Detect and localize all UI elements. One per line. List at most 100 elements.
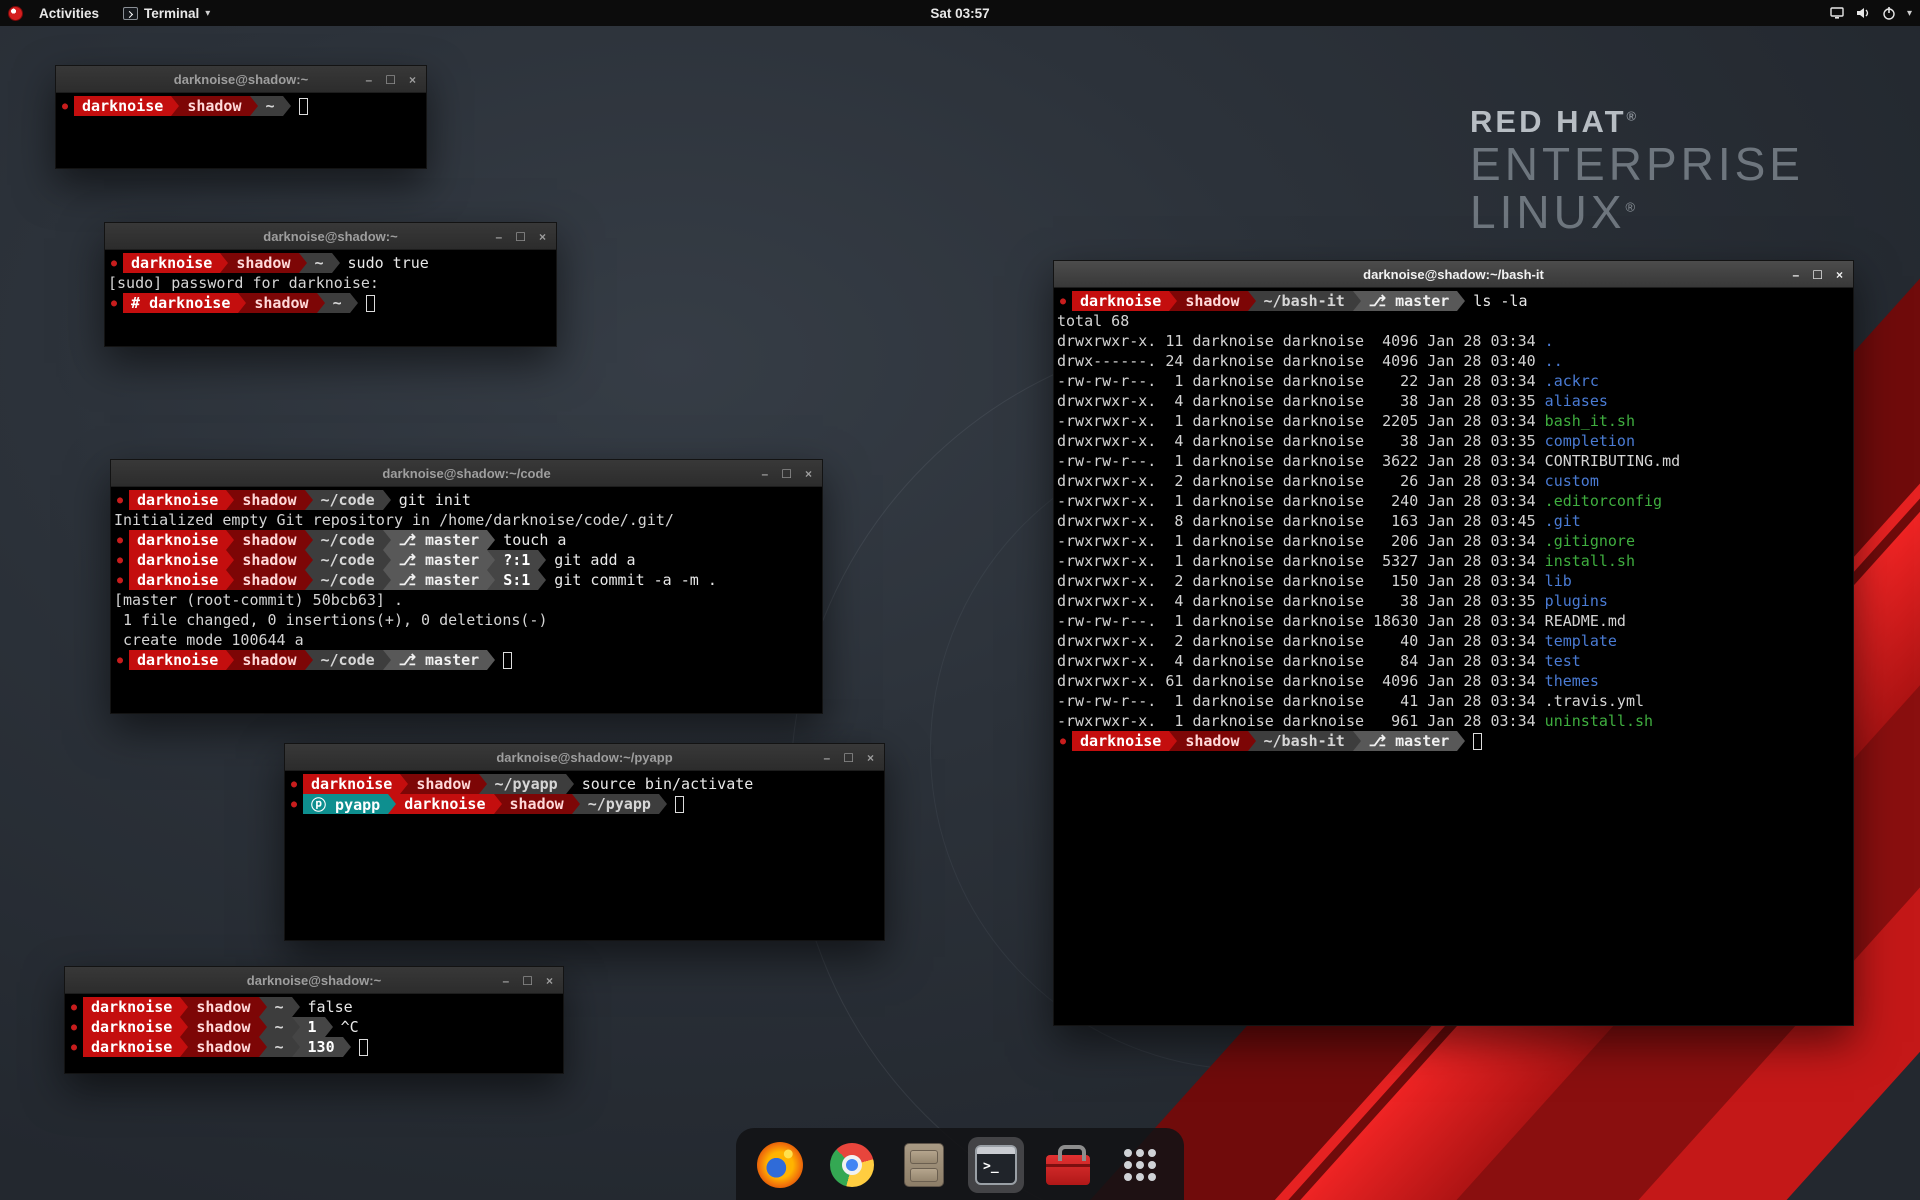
minimize-button[interactable]: –	[496, 231, 503, 243]
titlebar[interactable]: darknoise@shadow:~/bash-it – ☐ ×	[1054, 261, 1853, 288]
prompt-segment-git: ⎇ master	[391, 550, 488, 570]
prompt-segment-host: shadow	[502, 794, 572, 814]
command-text: git commit -a -m .	[546, 571, 717, 589]
app-grid-icon	[1121, 1146, 1159, 1184]
minimize-button[interactable]: –	[762, 468, 769, 480]
dock-item-terminal[interactable]: >_	[968, 1137, 1024, 1193]
titlebar[interactable]: darknoise@shadow:~/pyapp – ☐ ×	[285, 744, 884, 771]
prompt-icon: ●	[59, 101, 74, 112]
maximize-button[interactable]: ☐	[522, 975, 533, 987]
output-text: drwxrwxr-x. 8 darknoise darknoise 163 Ja…	[1057, 512, 1545, 530]
prompt-segment-user: darknoise	[396, 794, 493, 814]
minimize-button[interactable]: –	[824, 752, 831, 764]
titlebar[interactable]: darknoise@shadow:~ – ☐ ×	[56, 66, 426, 93]
terminal-content[interactable]: ●darknoiseshadow~/pyappsource bin/activa…	[285, 771, 884, 940]
powerline-arrow	[180, 997, 188, 1017]
powerline-arrow	[383, 650, 391, 670]
app-menu-button[interactable]: Terminal ▾	[115, 0, 218, 26]
close-button[interactable]: ×	[1836, 269, 1843, 281]
dock-item-firefox[interactable]	[752, 1137, 808, 1193]
prompt-segment-path: ~/pyapp	[580, 794, 659, 814]
prompt-segment-host: shadow	[1177, 731, 1247, 751]
prompt-segment-user: darknoise	[123, 253, 220, 273]
prompt-segment-host: shadow	[234, 650, 304, 670]
close-button[interactable]: ×	[539, 231, 546, 243]
minimize-button[interactable]: –	[366, 74, 373, 86]
command-text: touch a	[495, 531, 566, 549]
maximize-button[interactable]: ☐	[843, 752, 854, 764]
powerline-arrow	[383, 490, 391, 510]
maximize-button[interactable]: ☐	[385, 74, 396, 86]
prompt-icon: ●	[288, 779, 303, 790]
minimize-button[interactable]: –	[503, 975, 510, 987]
command-text: git init	[391, 491, 471, 509]
output-text: aliases	[1545, 392, 1608, 410]
prompt-segment-user: darknoise	[83, 1017, 180, 1037]
maximize-button[interactable]: ☐	[781, 468, 792, 480]
powerline-arrow	[400, 774, 408, 794]
maximize-button[interactable]: ☐	[515, 231, 526, 243]
prompt-segment-status: 1	[300, 1017, 325, 1037]
output-text: create mode 100644 a	[114, 631, 304, 649]
prompt-segment-user: darknoise	[1072, 731, 1169, 751]
clock[interactable]: Sat 03:57	[930, 0, 989, 26]
activities-button[interactable]: Activities	[31, 0, 107, 26]
top-bar: Activities Terminal ▾ Sat 03:57 ▾	[0, 0, 1920, 26]
close-button[interactable]: ×	[867, 752, 874, 764]
terminal-content[interactable]: ●darknoiseshadow~/codegit initInitialize…	[111, 487, 822, 713]
powerline-arrow	[180, 1017, 188, 1037]
prompt-segment-user: darknoise	[83, 1037, 180, 1057]
terminal-content[interactable]: ●darknoiseshadow~	[56, 93, 426, 168]
dock-item-show-apps[interactable]	[1112, 1137, 1168, 1193]
terminal-window-pyapp[interactable]: darknoise@shadow:~/pyapp – ☐ × ● darknois…	[284, 743, 885, 941]
close-button[interactable]: ×	[409, 74, 416, 86]
prompt-segment-path: ~	[267, 1037, 292, 1057]
output-text: uninstall.sh	[1545, 712, 1653, 730]
terminal-content[interactable]: ●darknoiseshadow~false●darknoiseshadow~1…	[65, 994, 563, 1073]
prompt-segment-host: shadow	[234, 550, 304, 570]
prompt-segment-status: S:1	[495, 570, 538, 590]
prompt-segment-user: darknoise	[83, 997, 180, 1017]
prompt-segment-host: shadow	[234, 490, 304, 510]
titlebar[interactable]: darknoise@shadow:~/code – ☐ ×	[111, 460, 822, 487]
output-text: -rwxrwxr-x. 1 darknoise darknoise 206 Ja…	[1057, 532, 1545, 550]
output-text: -rw-rw-r--. 1 darknoise darknoise 18630 …	[1057, 612, 1545, 630]
dock-item-files[interactable]	[896, 1137, 952, 1193]
titlebar[interactable]: darknoise@shadow:~ – ☐ ×	[65, 967, 563, 994]
close-button[interactable]: ×	[805, 468, 812, 480]
powerline-arrow	[487, 550, 495, 570]
network-icon	[1829, 5, 1845, 21]
titlebar[interactable]: darknoise@shadow:~ – ☐ ×	[105, 223, 556, 250]
terminal-window-code[interactable]: darknoise@shadow:~/code – ☐ × ●darknoise…	[110, 459, 823, 714]
powerline-arrow	[538, 570, 546, 590]
terminal-window-home-1[interactable]: darknoise@shadow:~ – ☐ × ●darknoiseshado…	[55, 65, 427, 169]
prompt-icon: ●	[68, 1002, 83, 1013]
powerline-arrow	[220, 253, 228, 273]
terminal-window-sudo[interactable]: darknoise@shadow:~ – ☐ × ●darknoiseshado…	[104, 222, 557, 347]
terminal-window-bash-it[interactable]: darknoise@shadow:~/bash-it – ☐ × ●darkno…	[1053, 260, 1854, 1026]
terminal-content[interactable]: ●darknoiseshadow~/bash-it⎇ masterls -lat…	[1054, 288, 1853, 1025]
dock-item-toolbox[interactable]	[1040, 1137, 1096, 1193]
powerline-arrow	[292, 1037, 300, 1057]
output-text: test	[1545, 652, 1581, 670]
powerline-arrow	[238, 293, 246, 313]
output-text: README.md	[1545, 612, 1626, 630]
output-text: drwx------. 24 darknoise darknoise 4096 …	[1057, 352, 1545, 370]
output-text: .travis.yml	[1545, 692, 1644, 710]
prompt-segment-user: darknoise	[129, 490, 226, 510]
prompt-segment-path: ~/bash-it	[1256, 291, 1353, 311]
terminal-content[interactable]: ●darknoiseshadow~sudo true[sudo] passwor…	[105, 250, 556, 346]
powerline-arrow	[226, 530, 234, 550]
output-text: drwxrwxr-x. 11 darknoise darknoise 4096 …	[1057, 332, 1545, 350]
system-status-area[interactable]: ▾	[1829, 0, 1912, 26]
close-button[interactable]: ×	[546, 975, 553, 987]
terminal-window-home-2[interactable]: darknoise@shadow:~ – ☐ × ●darknoiseshado…	[64, 966, 564, 1074]
terminal-glyph: >_	[983, 1159, 999, 1174]
dock-item-chrome[interactable]	[824, 1137, 880, 1193]
prompt-segment-host: shadow	[234, 570, 304, 590]
minimize-button[interactable]: –	[1793, 269, 1800, 281]
powerline-arrow	[305, 650, 313, 670]
output-text: bash_it.sh	[1545, 412, 1635, 430]
maximize-button[interactable]: ☐	[1812, 269, 1823, 281]
output-text: Initialized empty Git repository in /hom…	[114, 511, 674, 529]
